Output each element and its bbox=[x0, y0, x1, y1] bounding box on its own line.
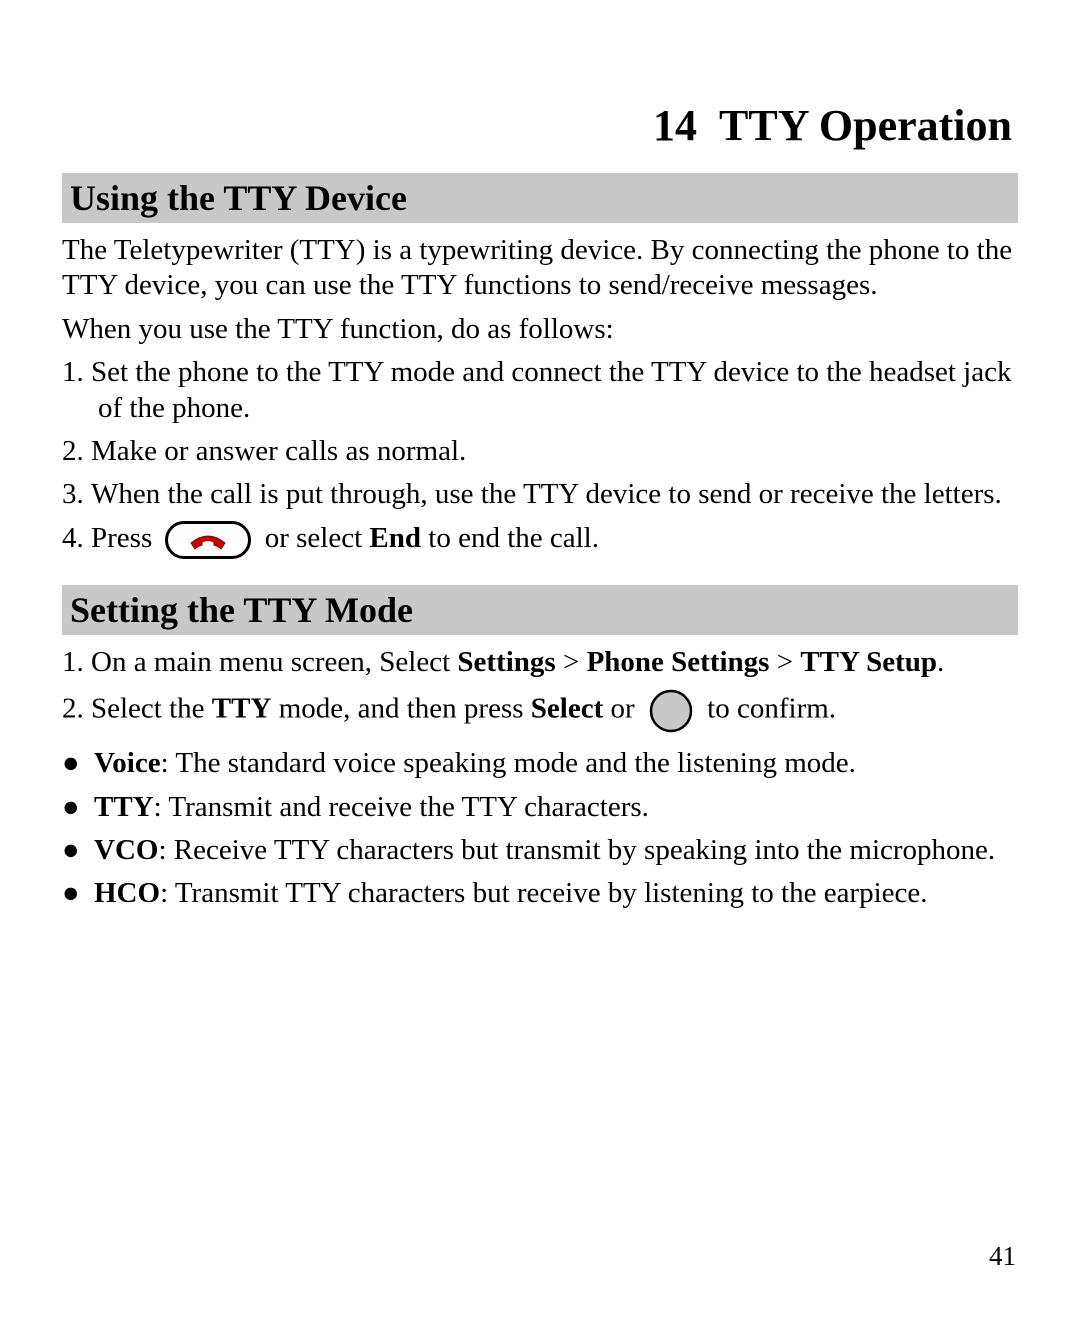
using-tty-steps: 1. Set the phone to the TTY mode and con… bbox=[62, 355, 1018, 559]
option-hco: ●HCO: Transmit TTY characters but receiv… bbox=[62, 876, 1018, 911]
section-heading-setting-tty-mode: Setting the TTY Mode bbox=[62, 585, 1018, 635]
option-voice: ●Voice: The standard voice speaking mode… bbox=[62, 746, 1018, 781]
tty-mode-options: ●Voice: The standard voice speaking mode… bbox=[62, 746, 1018, 912]
option-vco: ●VCO: Receive TTY characters but transmi… bbox=[62, 833, 1018, 868]
setting-tty-steps: 1. On a main menu screen, Select Setting… bbox=[62, 645, 1018, 734]
step-3: 3. When the call is put through, use the… bbox=[62, 477, 1018, 512]
intro-paragraph: The Teletypewriter (TTY) is a typewritin… bbox=[62, 233, 1018, 304]
step-1: 1. Set the phone to the TTY mode and con… bbox=[62, 355, 1018, 426]
section-heading-using-tty: Using the TTY Device bbox=[62, 173, 1018, 223]
chapter-title: 14 TTY Operation bbox=[62, 100, 1018, 151]
ok-key-icon bbox=[648, 688, 694, 734]
followup-paragraph: When you use the TTY function, do as fol… bbox=[62, 312, 1018, 347]
setting-step-2: 2. Select the TTY mode, and then press S… bbox=[62, 688, 1018, 734]
step-4: 4. Press or select End to end the call. bbox=[62, 521, 1018, 559]
chapter-name: TTY Operation bbox=[719, 101, 1012, 150]
option-tty: ●TTY: Transmit and receive the TTY chara… bbox=[62, 790, 1018, 825]
page-number: 41 bbox=[989, 1241, 1016, 1272]
end-call-key-icon bbox=[165, 521, 251, 559]
setting-step-1: 1. On a main menu screen, Select Setting… bbox=[62, 645, 1018, 680]
chapter-number: 14 bbox=[653, 101, 697, 150]
step-2: 2. Make or answer calls as normal. bbox=[62, 434, 1018, 469]
